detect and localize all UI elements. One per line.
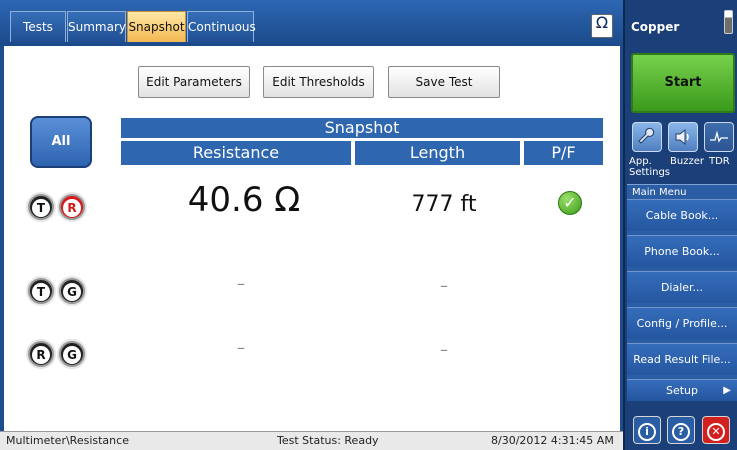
help-button[interactable]: ? [667,416,695,444]
length-value: – [440,340,448,359]
start-button[interactable]: Start [631,53,735,113]
pass-fail-column-header: P/F [524,141,603,165]
status-path: Multimeter\Resistance [6,434,129,447]
resistance-column-header: Resistance [121,141,351,165]
waveform-icon [710,130,728,143]
resistance-value: 40.6 Ω [187,180,301,220]
tdr-label: TDR [709,156,730,167]
test-status: Test Status: Ready [277,434,379,447]
menu-item-setup-label: Setup [665,384,699,397]
edit-thresholds-button[interactable]: Edit Thresholds [263,66,374,98]
all-pairs-button[interactable]: All Pairs [30,116,92,197]
resistance-value: – [237,274,245,293]
tab-bar: Tests Summary Snapshot Continuous Ω ~ [0,0,623,46]
ohm-mode-icon[interactable]: Ω ~ [591,14,613,38]
close-button[interactable]: ✕ [702,416,730,444]
menu-item-config-profile[interactable]: Config / Profile... [627,307,737,339]
tab-tests[interactable]: Tests [10,11,66,42]
length-column-header: Length [355,141,520,165]
status-datetime: 8/30/2012 4:31:45 AM [491,434,614,447]
status-bar: Multimeter\Resistance Test Status: Ready… [0,431,623,450]
side-panel: Copper Start App. Settings Buzzer TDR Ma… [623,0,737,450]
buzzer-label: Buzzer [670,156,704,167]
pair-tip-ring: T R [24,191,94,221]
menu-item-read-result-file[interactable]: Read Result File... [627,343,737,375]
snapshot-header: Snapshot [121,118,603,138]
app-window: Tests Summary Snapshot Continuous Ω ~ Edi… [0,0,737,450]
content-area: Edit Parameters Edit Thresholds Save Tes… [4,46,620,431]
ring-pin-icon: R [28,341,54,367]
wrench-icon [638,127,655,144]
menu-item-cable-book[interactable]: Cable Book... [627,199,737,231]
save-test-button[interactable]: Save Test [388,66,500,98]
menu-item-dialer[interactable]: Dialer... [627,271,737,303]
tab-snapshot[interactable]: Snapshot [127,11,186,42]
tip-pin-icon: T [28,278,54,304]
info-icon: i [638,423,656,441]
ground-pin-icon: G [59,341,85,367]
ring-pin-icon: R [59,194,85,220]
help-icon: ? [672,423,690,441]
main-menu: Main Menu Cable Book... Phone Book... Di… [627,184,737,401]
edit-parameters-button[interactable]: Edit Parameters [138,66,250,98]
length-value: 777 ft [411,192,477,217]
app-settings-label: App. Settings [629,156,671,178]
tip-pin-icon: T [28,194,54,220]
menu-item-setup[interactable]: Setup ▶ [627,379,737,401]
ground-pin-icon: G [59,278,85,304]
app-settings-button[interactable] [632,122,662,152]
chevron-right-icon: ▶ [723,385,731,396]
main-menu-title: Main Menu [632,187,687,198]
pair-tip-ground: T G [24,275,94,305]
battery-icon [724,10,733,34]
info-button[interactable]: i [633,416,661,444]
tdr-button[interactable] [704,122,734,152]
length-value: – [440,276,448,295]
close-icon: ✕ [707,423,725,441]
tab-continuous[interactable]: Continuous [187,11,256,42]
pass-check-icon: ✓ [558,191,582,215]
buzzer-button[interactable] [668,122,698,152]
speaker-icon [675,128,689,146]
tab-summary[interactable]: Summary [67,11,126,42]
pair-ring-ground: R G [24,338,94,368]
main-panel: Tests Summary Snapshot Continuous Ω ~ Edi… [0,0,623,450]
menu-item-phone-book[interactable]: Phone Book... [627,235,737,267]
resistance-value: – [237,338,245,357]
panel-title: Copper [631,20,680,34]
